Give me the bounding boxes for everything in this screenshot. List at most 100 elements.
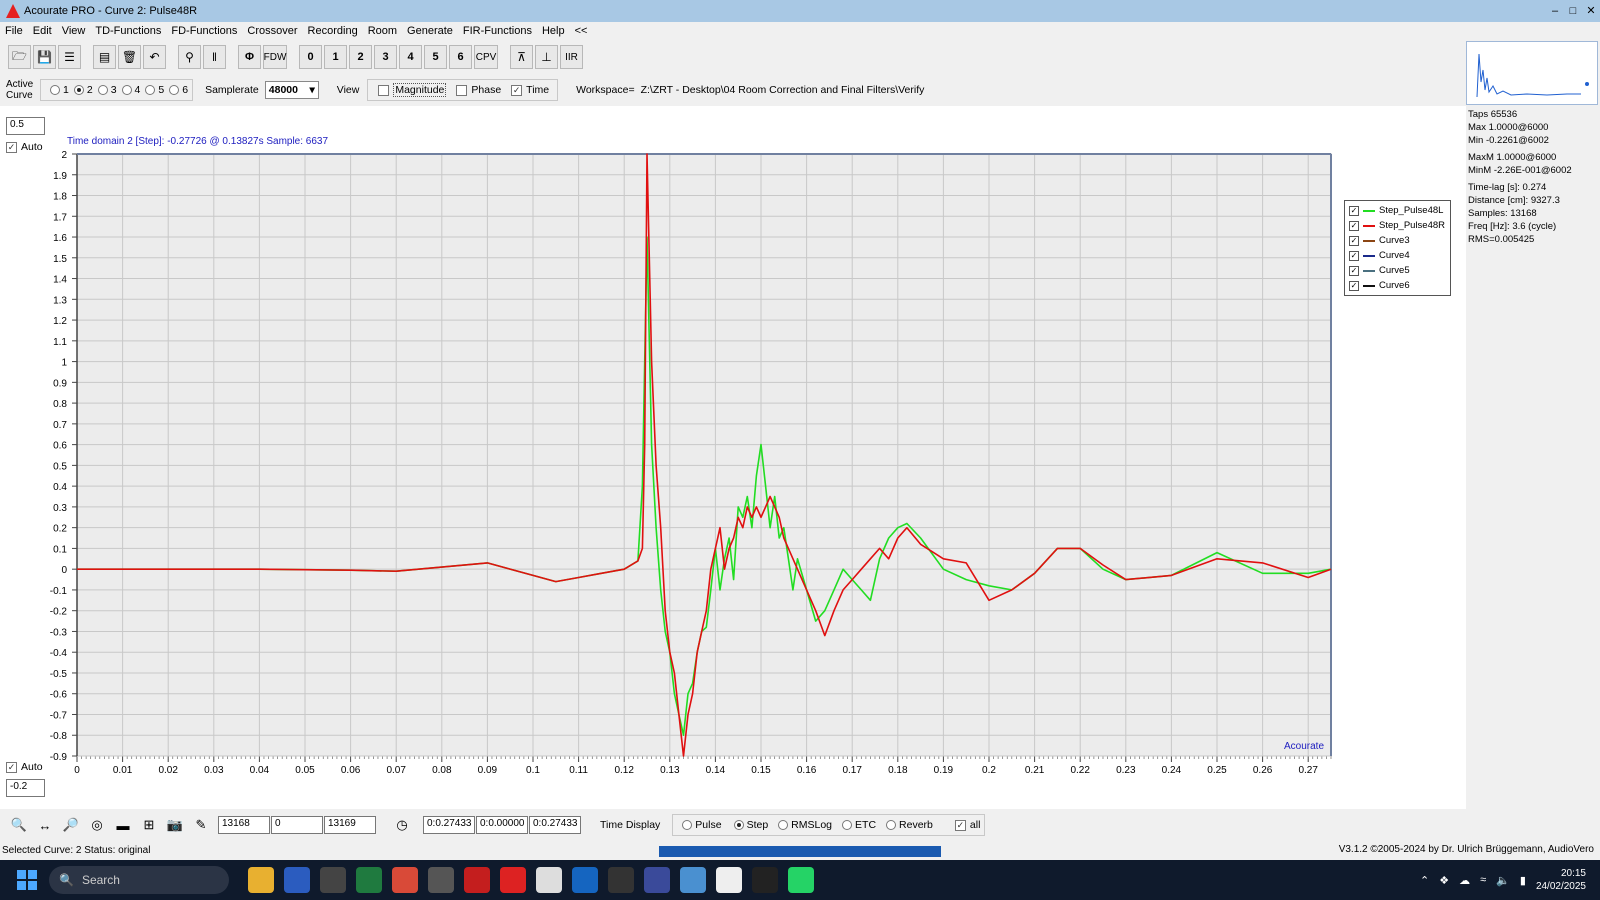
- time-display-label: Time Display: [600, 819, 661, 831]
- grid-app-icon[interactable]: [608, 867, 634, 893]
- legend-checkbox[interactable]: ✓: [1349, 265, 1359, 276]
- clock-time: 20:15: [1560, 868, 1586, 879]
- legend-item[interactable]: ✓ Curve4: [1349, 248, 1446, 263]
- battery-icon[interactable]: ▮: [1520, 874, 1526, 887]
- chart-legend: ✓ Step_Pulse48L ✓ Step_Pulse48R ✓ Curve3 ✓ Curv…: [1344, 200, 1451, 296]
- y-tick-label: -0.7: [50, 710, 68, 721]
- y-tick-label: 0.1: [53, 544, 67, 555]
- chart-icon[interactable]: ⊞: [138, 814, 160, 836]
- plot-background: [76, 153, 1332, 757]
- windows-start-icon[interactable]: [17, 870, 37, 890]
- legend-checkbox[interactable]: ✓: [1349, 280, 1359, 291]
- legend-checkbox[interactable]: ✓: [1349, 220, 1359, 231]
- y-tick-label: 1.9: [53, 171, 67, 182]
- clock[interactable]: 20:15 24/02/2025: [1536, 867, 1586, 893]
- end-time-field[interactable]: 0:0.27433: [529, 816, 581, 834]
- word-icon[interactable]: [284, 867, 310, 893]
- start-sample-field[interactable]: 13168: [218, 816, 270, 834]
- magnifier-icon[interactable]: [320, 867, 346, 893]
- legend-item[interactable]: ✓ Curve6: [1349, 278, 1446, 293]
- x-tick-label: 0.08: [432, 765, 452, 776]
- rmslog-radio[interactable]: [778, 820, 789, 830]
- y-tick-label: 0.8: [53, 399, 67, 410]
- legend-checkbox[interactable]: ✓: [1349, 250, 1359, 261]
- etc-radio[interactable]: [842, 820, 853, 830]
- reverb-radio[interactable]: [886, 820, 897, 830]
- step-radio[interactable]: [733, 820, 744, 830]
- offset-sample-field[interactable]: 0: [271, 816, 323, 834]
- legend-swatch: [1363, 209, 1375, 212]
- whatsapp-icon[interactable]: [788, 867, 814, 893]
- legend-swatch: [1363, 284, 1375, 287]
- chevron-up-icon[interactable]: ⌃: [1420, 874, 1429, 887]
- reverb-label: Reverb: [899, 819, 933, 831]
- x-tick-label: 0.05: [295, 765, 315, 776]
- dropbox-icon[interactable]: ❖: [1439, 874, 1449, 887]
- clock-date: 24/02/2025: [1535, 881, 1586, 892]
- y-tick-label: 0.3: [53, 503, 67, 514]
- writer-icon[interactable]: [680, 867, 706, 893]
- legend-item[interactable]: ✓ Curve5: [1349, 263, 1446, 278]
- zoom-out-icon[interactable]: 🔎: [60, 814, 82, 836]
- y-tick-label: -0.3: [50, 627, 68, 638]
- fit-width-icon[interactable]: ↔: [34, 814, 56, 836]
- acourate-brand-label: Acourate: [1284, 741, 1325, 752]
- y-tick-label: 0: [61, 565, 67, 576]
- offset-time-field[interactable]: 0:0.00000: [476, 816, 528, 834]
- y-tick-label: 0.4: [53, 482, 67, 493]
- end-sample-field[interactable]: 13169: [324, 816, 376, 834]
- x-tick-label: 0.2: [982, 765, 996, 776]
- camera-icon[interactable]: 📷: [164, 814, 186, 836]
- x-tick-label: 0.13: [660, 765, 680, 776]
- legend-label: Curve4: [1379, 250, 1410, 261]
- y-tick-label: -0.8: [50, 731, 68, 742]
- y-tick-label: 1.5: [53, 254, 67, 265]
- taskbar-search[interactable]: 🔍 Search: [49, 866, 229, 894]
- excel-icon[interactable]: [356, 867, 382, 893]
- edit-icon[interactable]: ✎: [190, 814, 212, 836]
- y-tick-label: -0.2: [50, 607, 68, 618]
- legend-item[interactable]: ✓ Step_Pulse48L: [1349, 203, 1446, 218]
- pixel-app-icon[interactable]: [752, 867, 778, 893]
- chrome-icon[interactable]: [392, 867, 418, 893]
- legend-item[interactable]: ✓ Step_Pulse48R: [1349, 218, 1446, 233]
- x-tick-label: 0.26: [1253, 765, 1273, 776]
- acrobat-icon[interactable]: [464, 867, 490, 893]
- legend-item[interactable]: ✓ Curve3: [1349, 233, 1446, 248]
- chat-icon[interactable]: [716, 867, 742, 893]
- wifi-icon[interactable]: ≈: [1480, 874, 1486, 886]
- zoom-in-icon[interactable]: 🔍: [8, 814, 30, 836]
- rew-icon[interactable]: [644, 867, 670, 893]
- clock-icon[interactable]: ◷: [391, 814, 413, 836]
- x-tick-label: 0.01: [113, 765, 133, 776]
- cloud-icon[interactable]: ☁: [1459, 874, 1470, 887]
- y-tick-label: 1.4: [53, 275, 67, 286]
- y-tick-label: -0.4: [50, 648, 68, 659]
- outlook-icon[interactable]: [572, 867, 598, 893]
- y-tick-label: 0.2: [53, 524, 67, 535]
- all-checkbox[interactable]: ✓: [954, 819, 966, 831]
- legend-label: Curve6: [1379, 280, 1410, 291]
- lines-icon[interactable]: ▬: [112, 814, 134, 836]
- y-tick-label: 1.7: [53, 212, 67, 223]
- legend-checkbox[interactable]: ✓: [1349, 205, 1359, 216]
- y-tick-label: 0.9: [53, 378, 67, 389]
- x-tick-label: 0.14: [706, 765, 726, 776]
- start-time-field[interactable]: 0:0.27433: [423, 816, 475, 834]
- roon-icon[interactable]: [536, 867, 562, 893]
- y-tick-label: 1.2: [53, 316, 67, 327]
- file-explorer-icon[interactable]: [248, 867, 274, 893]
- y-tick-label: -0.6: [50, 690, 68, 701]
- time-display-group: Pulse Step RMSLog ETC Reverb ✓ all: [672, 814, 986, 836]
- cms-icon[interactable]: [428, 867, 454, 893]
- pulse-label: Pulse: [695, 819, 722, 831]
- target-icon[interactable]: ◎: [86, 814, 108, 836]
- x-tick-label: 0.15: [751, 765, 771, 776]
- legend-checkbox[interactable]: ✓: [1349, 235, 1359, 246]
- x-tick-label: 0.09: [478, 765, 498, 776]
- time-domain-chart[interactable]: 0 0.01 0.02 0.03 0.04 0.05 0.06 0.07 0.08 0.09 0.1…: [0, 0, 1600, 900]
- y-tick-label: -0.5: [50, 669, 68, 680]
- acourate-icon[interactable]: [500, 867, 526, 893]
- pulse-radio[interactable]: [682, 820, 693, 830]
- volume-icon[interactable]: 🔈: [1496, 874, 1510, 887]
